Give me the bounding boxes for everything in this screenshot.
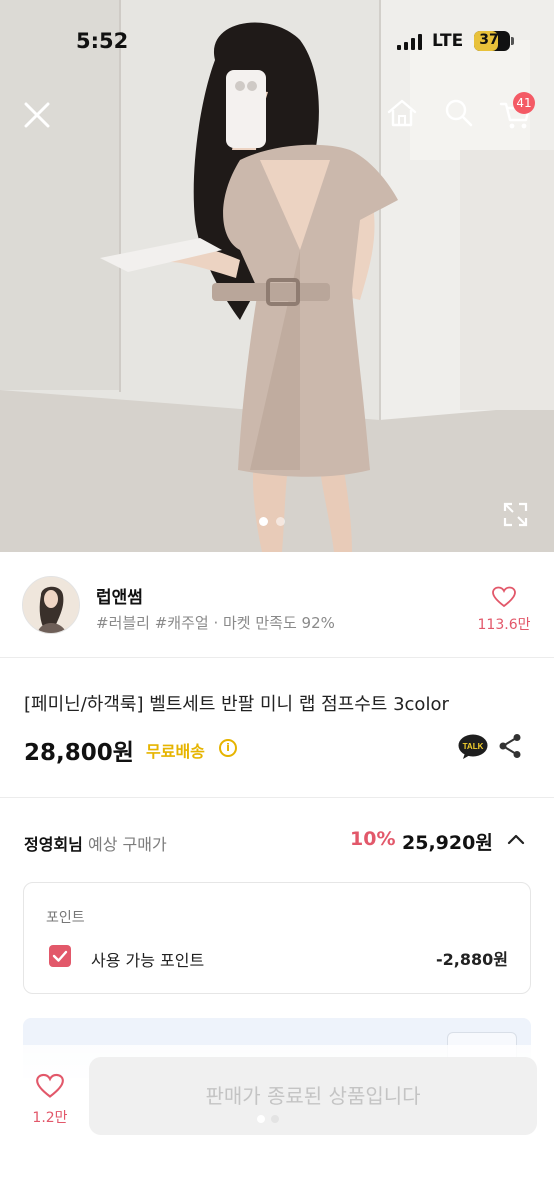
kakaotalk-icon[interactable]: TALK xyxy=(458,734,488,760)
expected-price-caption: 예상 구매가 xyxy=(87,835,167,854)
product-image-carousel[interactable]: 5:52 LTE 37 41 xyxy=(0,0,554,552)
home-icon[interactable] xyxy=(386,98,418,128)
expected-price-row[interactable]: 정영회님 예상 구매가 10% 25,920원 xyxy=(0,798,554,874)
status-bar: 5:52 LTE 37 xyxy=(0,0,554,84)
battery-cap xyxy=(511,37,514,45)
wish-button[interactable]: 1.2만 xyxy=(22,1073,78,1127)
close-icon[interactable] xyxy=(22,100,52,130)
discount-rate: 10% xyxy=(350,828,396,850)
share-icon[interactable] xyxy=(498,733,522,759)
info-icon[interactable]: i xyxy=(219,739,237,757)
cart-count-badge: 41 xyxy=(513,92,535,114)
bottom-action-bar: 1.2만 판매가 종료된 상품입니다 xyxy=(0,1045,554,1200)
seller-like-count: 113.6만 xyxy=(477,617,531,633)
search-icon[interactable] xyxy=(444,98,474,128)
seller-avatar-image xyxy=(23,577,79,633)
seller-avatar[interactable] xyxy=(22,576,80,634)
carousel-dot[interactable] xyxy=(276,517,285,526)
carousel-dot-active[interactable] xyxy=(259,517,268,526)
signal-icon xyxy=(397,34,422,50)
free-shipping-label[interactable]: 무료배송 xyxy=(146,738,205,762)
points-checkbox[interactable] xyxy=(49,945,71,967)
page-dot xyxy=(271,1115,279,1123)
seller-section[interactable]: 럽앤썸 #러블리 #캐주얼 · 마켓 만족도 92% 113.6만 xyxy=(0,552,554,658)
chevron-up-icon[interactable] xyxy=(506,831,526,847)
heart-icon xyxy=(36,1073,64,1098)
expected-price: 25,920원 xyxy=(402,832,493,854)
heart-icon xyxy=(492,586,516,608)
carousel-indicator xyxy=(259,517,285,526)
product-title: [페미닌/하객룩] 벨트세트 반팔 미니 랩 점프수트 3color xyxy=(24,694,449,715)
seller-name[interactable]: 럽앤썸 xyxy=(96,583,143,608)
checkmark-icon xyxy=(52,950,68,962)
seller-like-button[interactable]: 113.6만 xyxy=(474,586,534,634)
svg-text:TALK: TALK xyxy=(463,742,484,751)
soldout-button[interactable]: 판매가 종료된 상품입니다 xyxy=(89,1057,537,1135)
battery-icon: 37 xyxy=(474,31,510,51)
expand-icon[interactable] xyxy=(503,502,528,527)
product-price: 28,800원 xyxy=(24,740,134,766)
page-indicator xyxy=(257,1115,279,1123)
wish-count: 1.2만 xyxy=(32,1110,68,1126)
points-value: -2,880원 xyxy=(436,950,508,969)
expected-price-label: 정영회님 예상 구매가 xyxy=(24,831,167,855)
member-name: 정영회님 xyxy=(24,835,83,854)
battery-level: 37 xyxy=(479,32,499,48)
seller-tags: #러블리 #캐주얼 · 마켓 만족도 92% xyxy=(96,614,335,632)
status-time: 5:52 xyxy=(76,29,129,53)
points-label: 사용 가능 포인트 xyxy=(91,951,205,970)
page-dot-active xyxy=(257,1115,265,1123)
points-title: 포인트 xyxy=(46,910,85,926)
product-info: [페미닌/하객룩] 벨트세트 반팔 미니 랩 점프수트 3color 28,80… xyxy=(0,658,554,798)
network-label: LTE xyxy=(432,31,464,51)
points-card: 포인트 사용 가능 포인트 -2,880원 xyxy=(23,882,531,994)
